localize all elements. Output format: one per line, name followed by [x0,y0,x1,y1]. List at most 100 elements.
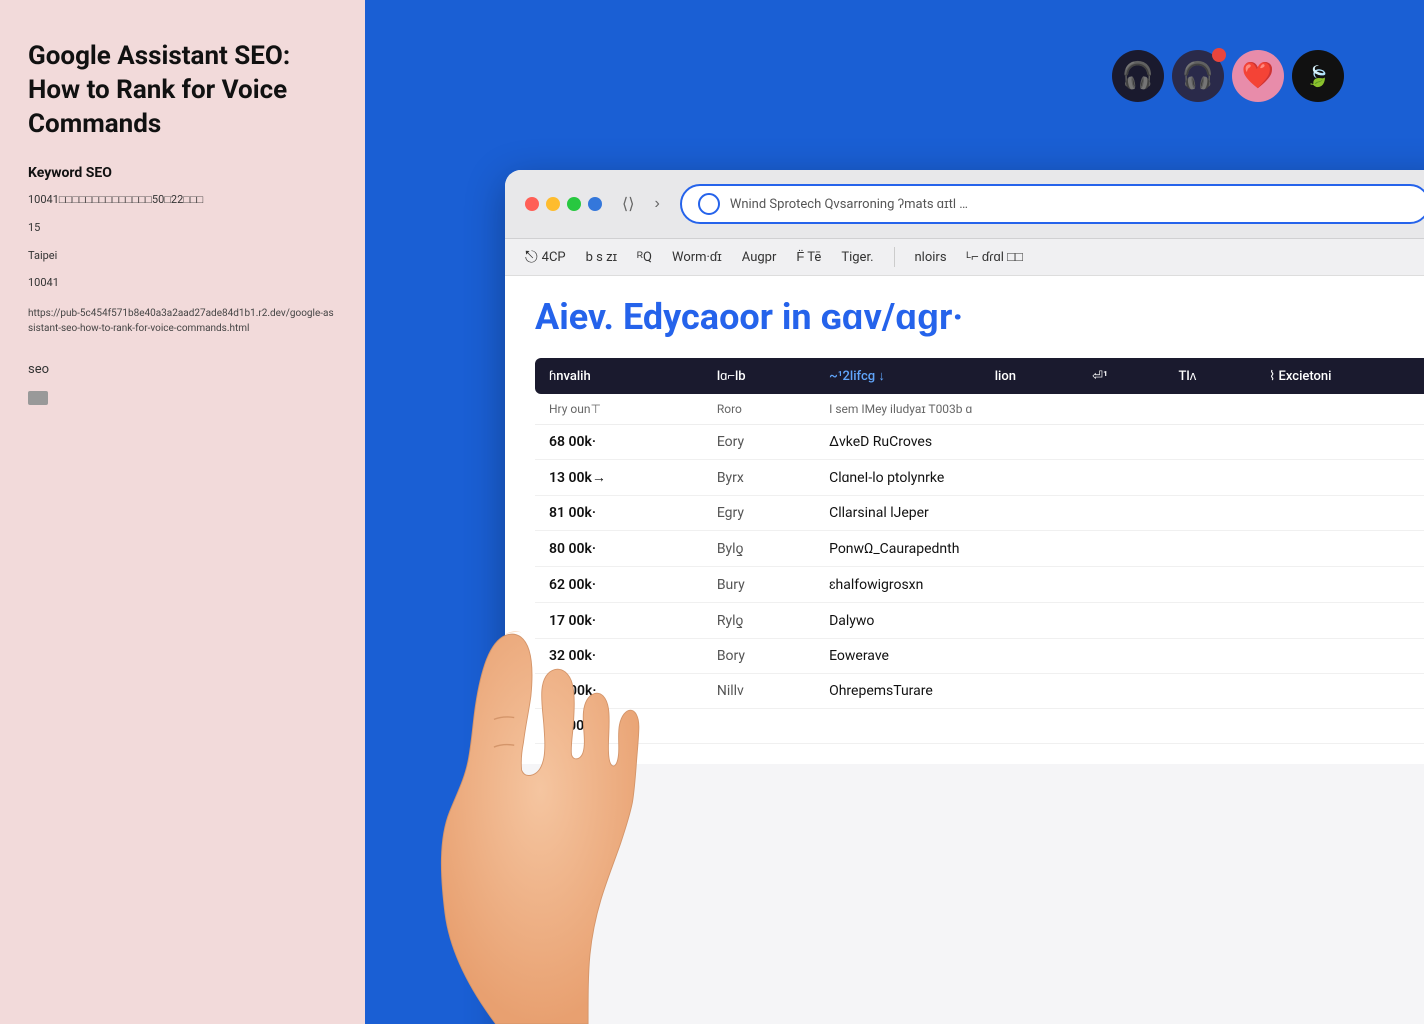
row-4-col1: 62 00k· [535,567,703,603]
table-row: 17 00k· Rylƍ Dalywo [535,603,1424,639]
row-8-col2 [703,709,815,744]
toolbar-item-0[interactable]: ⎋ 4CP [525,247,566,267]
address-bar[interactable]: Wnind Sprotech Qvsarroning ʔmats ɑɪtl … [680,184,1424,224]
table-row: 81 00k· Egry Cllarsinal lJeper [535,496,1424,531]
row-4-col2: Bury [703,567,815,603]
toolbar-item-2[interactable]: ᴿQ [637,249,652,265]
row-2-col2: Egry [703,496,815,531]
toolbar-divider [894,247,895,267]
toolbar-label-7: nloirs [915,250,947,265]
browser-chrome-bar: ⟨⟩ › Wnind Sprotech Qvsarroning ʔmats ɑɪ… [505,170,1424,239]
traffic-light-green[interactable] [567,197,581,211]
row-1-col2: Byrx [703,460,815,496]
sidebar-meta-line1: 10041□□□□□□□□□□□□□□50□22□□□ [28,191,337,209]
row-5-col3: Dalywo [815,603,1424,639]
icon-leaf[interactable]: 🍃 [1292,50,1344,102]
browser-window: ⟨⟩ › Wnind Sprotech Qvsarroning ʔmats ɑɪ… [505,170,1424,1024]
toolbar-label-0: 4CP [542,250,566,265]
toolbar-icon-0: ⎋ [525,247,538,267]
th-2[interactable]: ~¹2lifcg ↓ [815,358,981,394]
traffic-light-blue[interactable] [588,197,602,211]
table-row: 68 00k· Eory ΔvkeD RuCroves [535,425,1424,460]
table-row: 62 00k· Bury ɛhalfowigrosxn [535,567,1424,603]
toolbar-label-1: b s zɪ [586,249,618,265]
toolbar-item-7[interactable]: nloirs [915,250,947,265]
row-1-col1: 13 00k→ [535,460,703,496]
sidebar-meta-code: 10041 [28,274,337,292]
th-1: lɑ⌐lb [703,358,815,394]
main-area: 🎧 🎧 ❤️ 🍃 ⟨⟩ › Wnind Sprotech Qvsarroni [365,0,1424,1024]
page-heading: Aiev. Edycaoor in ɢɑv/ɑɡr· [535,296,1424,338]
row-7-col1: S0 00k· [535,674,703,709]
row-8-col3 [815,709,1424,744]
heading-normal: Aiev. [535,296,614,338]
row-3-col2: Bylƍ [703,531,815,567]
browser-nav: ⟨⟩ › [616,192,666,216]
sidebar-tag: seo [28,362,337,377]
table-header-row: ɦnvalih lɑ⌐lb ~¹2lifcg ↓ lion ⏎¹ Tlʌ ⌇ E… [535,358,1424,394]
row-8-col1: 6F 00k· [535,709,703,744]
row-3-col3: PonwΩ_Caurapednth [815,531,1424,567]
row-5-col1: 17 00k· [535,603,703,639]
toolbar-item-1[interactable]: b s zɪ [586,249,618,265]
row-7-col2: Nillv [703,674,815,709]
sidebar: Google Assistant SEO: How to Rank for Vo… [0,0,365,1024]
row-5-col2: Rylƍ [703,603,815,639]
traffic-light-yellow[interactable] [546,197,560,211]
row-7-col3: OhrepemsTurare [815,674,1424,709]
row-3-col1: 80 00k· [535,531,703,567]
row-0-col1: 68 00k· [535,425,703,460]
table-row: 80 00k· Bylƍ PonwΩ_Caurapednth [535,531,1424,567]
toolbar-item-5[interactable]: F̈ Tē [796,249,821,265]
traffic-light-red[interactable] [525,197,539,211]
row-2-col1: 81 00k· [535,496,703,531]
toolbar-item-6[interactable]: Tiger. [841,250,873,265]
table-subheader: Hry oun⊤ Roro I sem IMey iludyaɪ T003b ɑ [535,394,1424,425]
icon-heart[interactable]: ❤️ [1232,50,1284,102]
forward-button[interactable]: › [648,193,665,215]
sidebar-icon [28,391,48,405]
toolbar-label-2: ᴿQ [637,249,652,265]
sidebar-title: Google Assistant SEO: How to Rank for Vo… [28,40,337,141]
icon-headphones-1[interactable]: 🎧 [1112,50,1164,102]
th-4: ⏎¹ [1078,358,1164,394]
sidebar-meta-city: Taipei [28,247,337,265]
back-button[interactable]: ⟨⟩ [616,192,640,216]
table-row: 32 00k· Bory Eowerave [535,639,1424,674]
table-row: 6F 00k· [535,709,1424,744]
th-3: lion [981,358,1078,394]
sidebar-url: https://pub-5c454f571b8e40a3a2aad27ade84… [28,306,337,336]
browser-content: Aiev. Edycaoor in ɢɑv/ɑɡr· ɦnvalih lɑ⌐lb… [505,276,1424,764]
toolbar-label-8: ᴸ⌐ ɗɾɑl □□ [967,249,1023,265]
heading-blue: Edycaoor [623,296,773,338]
th-0: ɦnvalih [535,358,703,394]
row-4-col3: ɛhalfowigrosxn [815,567,1424,603]
toolbar-item-4[interactable]: Augpr [742,250,777,265]
toolbar-item-3[interactable]: Worm·ɗɪ [672,249,722,265]
th-5: Tlʌ [1165,358,1255,394]
row-6-col3: Eowerave [815,639,1424,674]
subheader-0: Hry oun⊤ [535,394,703,425]
table-row: S0 00k· Nillv OhrepemsTurare [535,674,1424,709]
data-table: ɦnvalih lɑ⌐lb ~¹2lifcg ↓ lion ⏎¹ Tlʌ ⌇ E… [535,358,1424,744]
toolbar-label-6: Tiger. [841,250,873,265]
row-2-col3: Cllarsinal lJeper [815,496,1424,531]
sidebar-keyword: Keyword SEO [28,165,337,181]
toolbar-label-4: Augpr [742,250,777,265]
th-6: ⌇ Excietoni [1255,358,1424,394]
toolbar-label-5: F̈ Tē [796,249,821,265]
address-circle-icon [698,193,720,215]
row-0-col3: ΔvkeD RuCroves [815,425,1424,460]
sidebar-meta-line2: 15 [28,219,337,237]
top-icons-bar: 🎧 🎧 ❤️ 🍃 [1112,50,1344,102]
row-6-col1: 32 00k· [535,639,703,674]
table-row: 13 00k→ Byrx ClɑneI-lo ptolynrke [535,460,1424,496]
row-6-col2: Bory [703,639,815,674]
toolbar-label-3: Worm·ɗɪ [672,249,722,265]
toolbar-item-8[interactable]: ᴸ⌐ ɗɾɑl □□ [967,249,1023,265]
th-sort-icon: ~¹2lifcg ↓ [829,368,885,384]
icon-headphones-2[interactable]: 🎧 [1172,50,1224,102]
row-1-col3: ClɑneI-lo ptolynrke [815,460,1424,496]
notification-dot [1212,48,1226,62]
subheader-2: I sem IMey iludyaɪ T003b ɑ [815,394,1424,425]
